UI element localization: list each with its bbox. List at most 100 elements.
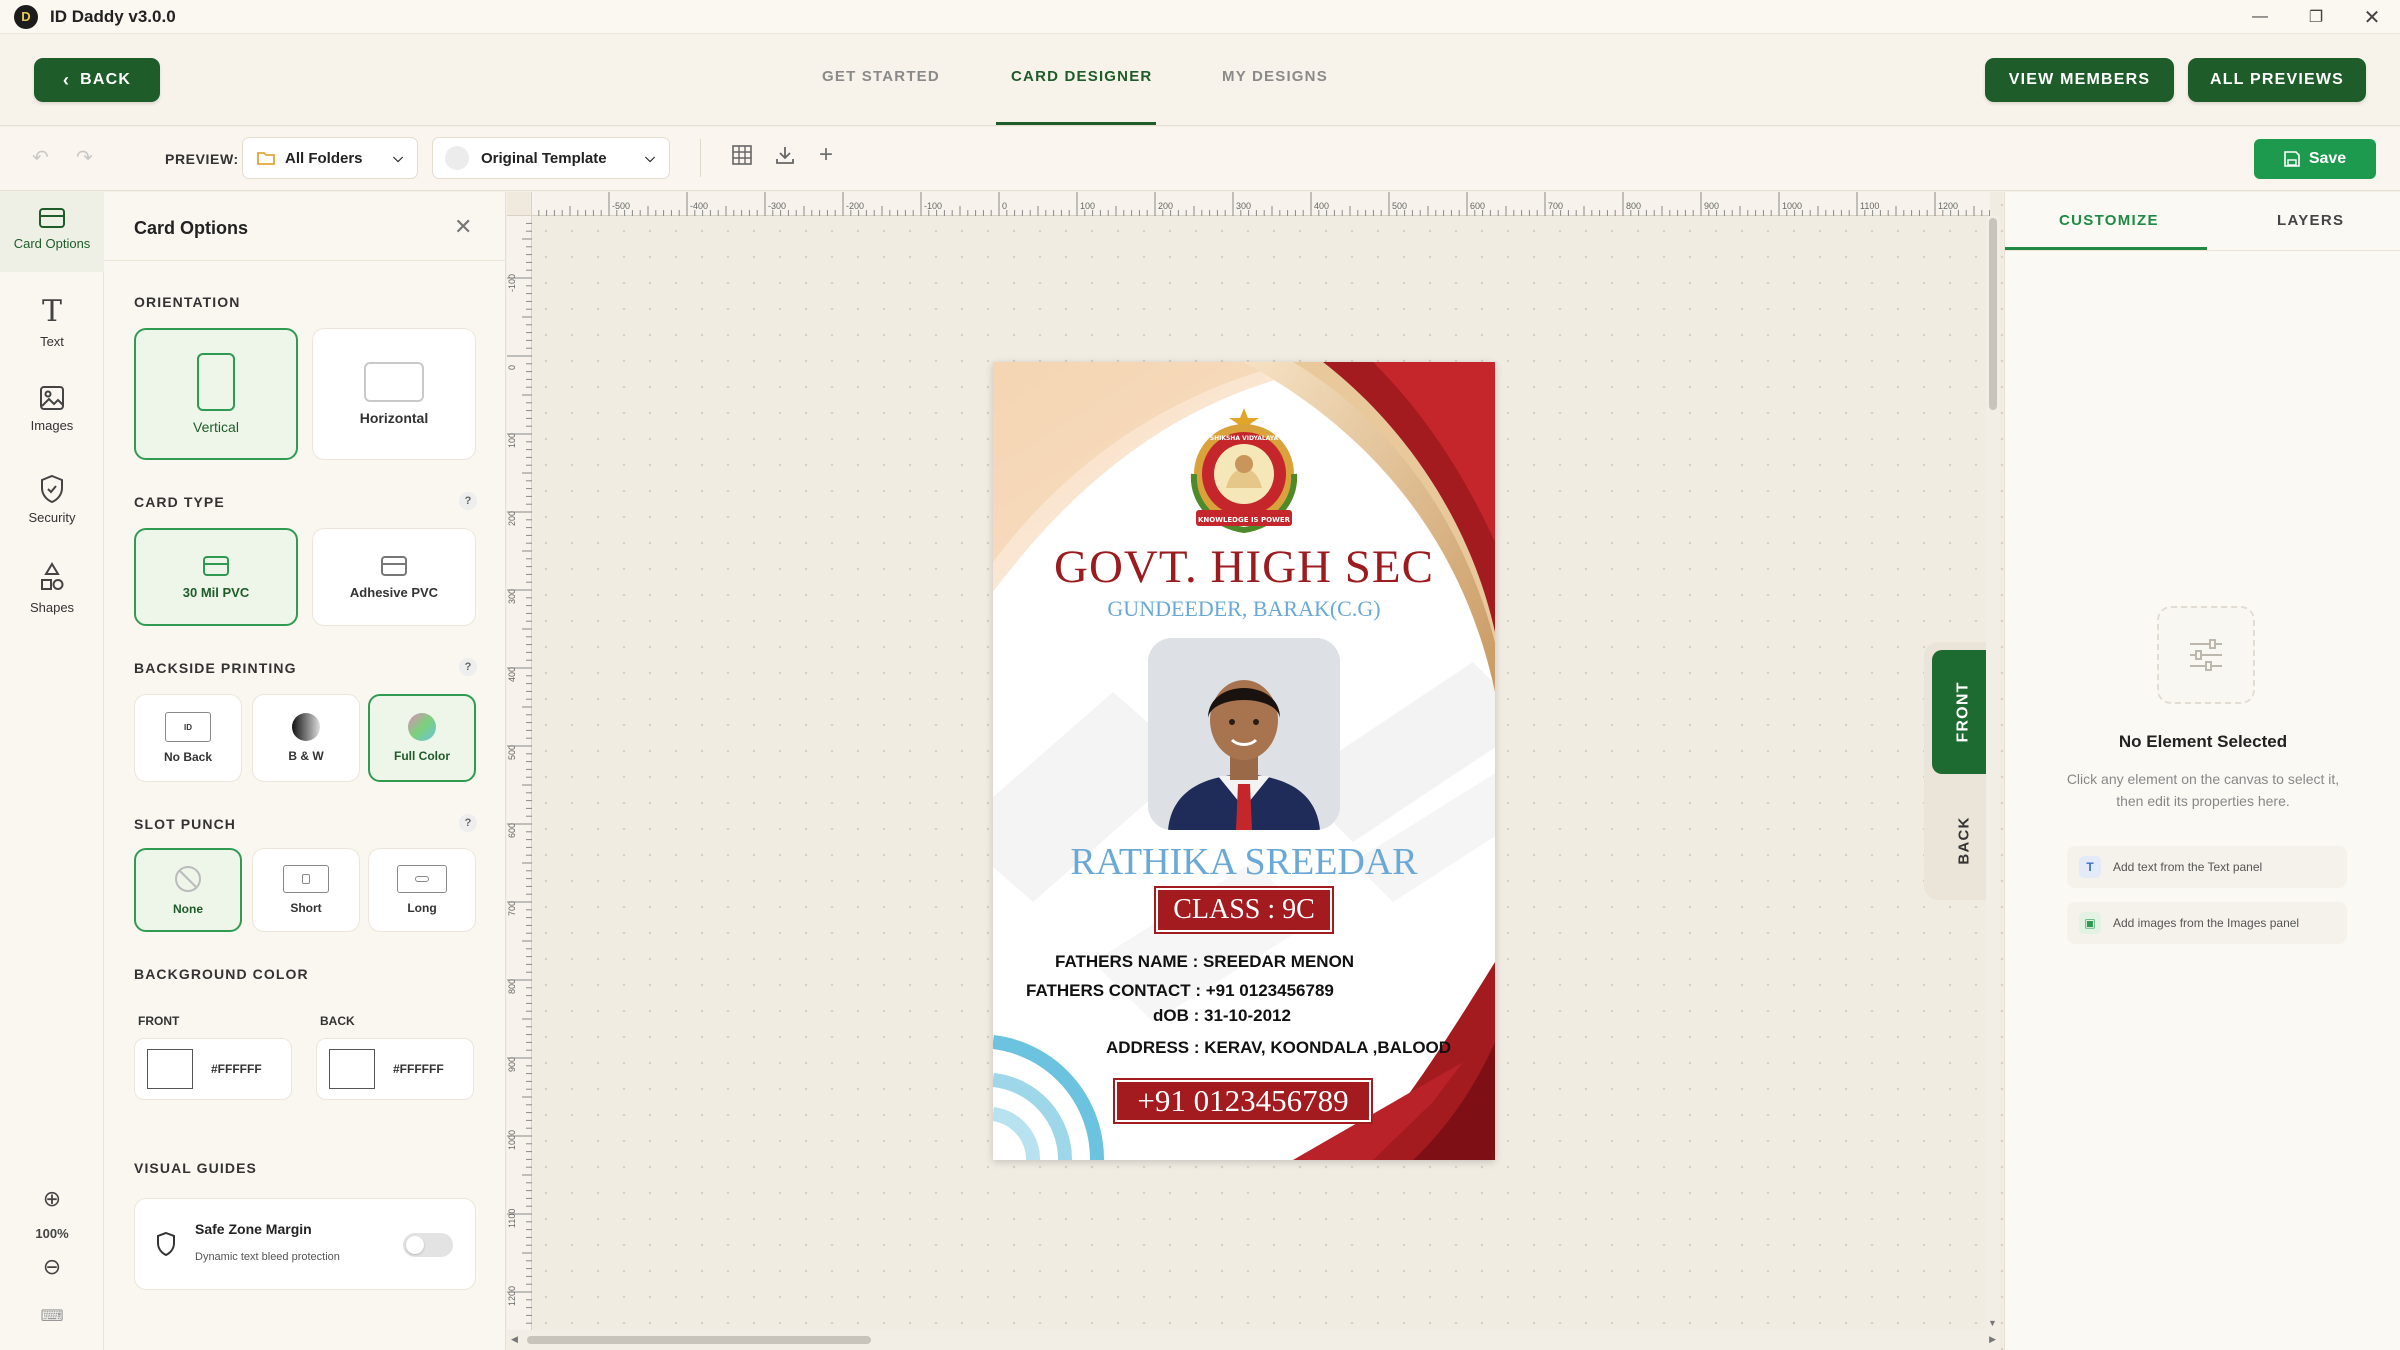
ruler-tick-label: 1000 [507,1129,517,1150]
toolbar-divider [700,139,701,177]
card-type-30mil-option[interactable]: 30 Mil PVC [134,528,298,626]
zoom-in-icon[interactable]: ⊕ [0,1186,104,1212]
slot-punch-short-option[interactable]: Short [252,848,360,932]
canvas-vertical-scrollbar[interactable]: ▼ [1986,216,2000,1332]
tab-layers[interactable]: LAYERS [2277,212,2344,229]
short-punch-icon [283,865,329,893]
rail-item-shapes[interactable]: Shapes [0,562,104,615]
backside-full-color-label: Full Color [394,749,450,763]
tab-divider [2005,250,2400,251]
template-select[interactable]: Original Template ⌵ [432,137,670,179]
close-icon[interactable]: ✕ [454,214,472,240]
back-color-picker[interactable]: #FFFFFF [316,1038,474,1100]
undo-icon[interactable]: ↶ [32,145,49,170]
scroll-right-arrow-icon[interactable]: ▶ [1989,1334,1996,1345]
orientation-horizontal-option[interactable]: Horizontal [312,328,476,460]
orientation-vertical-option[interactable]: Vertical [134,328,298,460]
visual-guides-label: VISUAL GUIDES [134,1160,257,1176]
tab-card-designer[interactable]: CARD DESIGNER [1011,68,1152,85]
save-disk-icon [2284,151,2300,167]
ruler-tick-label: 300 [1236,201,1252,211]
tab-get-started[interactable]: GET STARTED [822,68,940,85]
download-icon[interactable] [775,145,795,171]
left-rail [0,192,104,1350]
slot-punch-short-label: Short [290,901,322,915]
close-window-icon[interactable]: ✕ [2344,0,2400,34]
chevron-left-icon: ‹ [62,69,71,90]
keyboard-icon[interactable]: ⌨ [0,1306,104,1326]
ruler-tick-label: -200 [846,201,865,211]
restore-icon[interactable]: ❐ [2288,0,2344,34]
horizontal-ruler: -500 -400 -300 -200 -100 0 100 200 300 400 500 600 7… [532,192,1990,216]
student-photo[interactable] [1148,638,1340,830]
hint-add-images: ▣ Add images from the Images panel [2067,902,2347,944]
back-color-swatch [329,1049,375,1089]
scrollbar-thumb[interactable] [527,1336,871,1344]
front-color-picker[interactable]: #FFFFFF [134,1038,292,1100]
scrollbar-thumb[interactable] [1989,218,1997,410]
redo-icon[interactable]: ↷ [76,145,93,170]
scroll-left-arrow-icon[interactable]: ◀ [511,1334,518,1345]
canvas-horizontal-scrollbar[interactable]: ◀ ▶ [507,1330,2000,1350]
front-side-label: FRONT [1954,681,1972,743]
tab-my-designs[interactable]: MY DESIGNS [1222,68,1328,85]
student-name[interactable]: RATHIKA SREEDAR [993,840,1495,884]
slot-punch-help-icon[interactable]: ? [459,814,477,832]
ruler-tick-label: 500 [507,744,517,760]
school-location[interactable]: GUNDEEDER, BARAK(C.G) [993,596,1495,622]
fathers-name[interactable]: FATHERS NAME : SREEDAR MENON [1055,952,1354,972]
rail-label-shapes: Shapes [29,600,75,615]
orientation-horizontal-label: Horizontal [359,410,429,426]
class-badge[interactable]: CLASS : 9C [1154,886,1334,934]
rail-item-security[interactable]: Security [0,474,104,525]
bw-gradient-icon [292,713,320,741]
id-card-front[interactable]: KNOWLEDGE IS POWER SHIKSHA VIDYALAYA GOV… [993,362,1495,1160]
scroll-down-arrow-icon[interactable]: ▼ [1988,1318,1997,1328]
slot-punch-long-option[interactable]: Long [368,848,476,932]
backside-full-color-option[interactable]: Full Color [368,694,476,782]
hint-add-text: T Add text from the Text panel [2067,846,2347,888]
horizontal-card-icon [364,362,424,402]
card-type-adhesive-option[interactable]: Adhesive PVC [312,528,476,626]
rail-item-images[interactable]: Images [0,384,104,433]
phone-badge[interactable]: +91 0123456789 [1113,1078,1373,1124]
grid-icon[interactable] [732,145,752,171]
slot-punch-long-label: Long [407,901,437,915]
ruler-tick-label: 200 [507,510,517,526]
school-name[interactable]: GOVT. HIGH SEC [993,540,1495,594]
zoom-out-icon[interactable]: ⊖ [0,1254,104,1280]
safe-zone-subtitle: Dynamic text bleed protection [195,1251,340,1263]
rail-item-text[interactable]: T Text [0,296,104,350]
image-icon [40,386,64,410]
ruler-tick-label: 100 [1080,201,1096,211]
folder-select[interactable]: All Folders ⌵ [242,137,418,179]
slot-punch-none-label: None [173,902,203,916]
card-type-help-icon[interactable]: ? [459,492,477,510]
front-color-label: FRONT [138,1014,180,1028]
address[interactable]: ADDRESS : KERAV, KOONDALA ,BALOOD [1106,1038,1451,1058]
card-icon [203,555,229,576]
front-color-swatch [147,1049,193,1089]
minimize-icon[interactable]: — [2232,0,2288,34]
ruler-tick-label: 1200 [1938,201,1959,211]
vertical-ruler: -100 0 100 200 300 400 500 600 700 800 900 1000 1100… [507,192,532,1332]
view-members-button[interactable]: VIEW MEMBERS [1985,58,2174,102]
save-button[interactable]: Save [2254,139,2376,179]
back-button[interactable]: ‹ BACK [34,58,160,102]
ruler-tick-label: -500 [612,201,631,211]
backside-bw-option[interactable]: B & W [252,694,360,782]
fathers-contact[interactable]: FATHERS CONTACT : +91 0123456789 [1026,981,1334,1001]
background-color-label: BACKGROUND COLOR [134,966,309,982]
backside-no-back-option[interactable]: ID No Back [134,694,242,782]
all-previews-button[interactable]: ALL PREVIEWS [2188,58,2366,102]
rail-item-card-options[interactable]: Card Options [0,206,104,251]
empty-state-title: No Element Selected [2118,732,2288,751]
none-icon [175,866,201,892]
date-of-birth[interactable]: dOB : 31-10-2012 [1153,1006,1291,1026]
add-icon[interactable]: + [819,141,833,169]
backside-help-icon[interactable]: ? [459,658,477,676]
tab-customize[interactable]: CUSTOMIZE [2059,212,2159,229]
slot-punch-none-option[interactable]: None [134,848,242,932]
school-emblem: KNOWLEDGE IS POWER SHIKSHA VIDYALAYA [1190,408,1298,534]
safe-zone-toggle[interactable] [403,1233,453,1257]
